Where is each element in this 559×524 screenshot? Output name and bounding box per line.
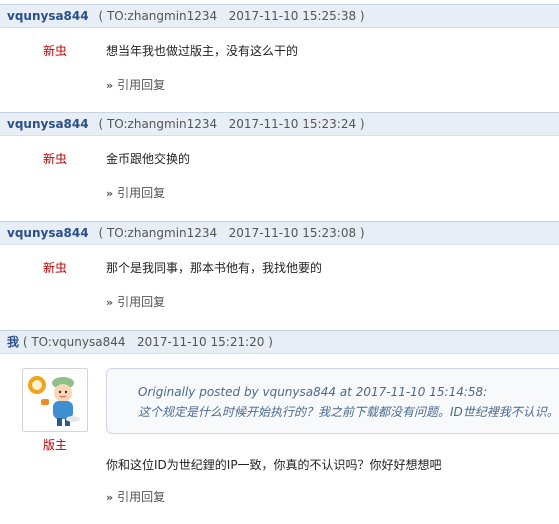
arrow-icon: »: [106, 491, 114, 504]
mascot-avatar-icon: [28, 376, 80, 426]
arrow-icon: »: [106, 187, 114, 200]
reply-to: TO:zhangmin1234: [106, 9, 218, 23]
post-time: 2017-11-10 15:23:08: [228, 226, 357, 240]
post: vqunysa844 ( TO:zhangmin1234 2017-11-10 …: [0, 4, 559, 109]
quote-text: 这个规定是什么时候开始执行的？我之前下载都没有问题。ID世纪裡我不认识。: [138, 405, 559, 419]
post: 我 ( TO:vqunysa844 2017-11-10 15:21:20 ) …: [0, 330, 559, 524]
post-content: 你和这位ID为世纪鋰的IP一致，你真的不认识吗？你好好想想吧: [106, 458, 442, 472]
quote-reply-label: 引用回复: [117, 295, 166, 309]
reply-to: TO:vqunysa844: [31, 335, 126, 349]
quote-reply-link[interactable]: » 引用回复: [106, 184, 165, 201]
post-content: 那个是我同事，那本书他有，我找他要的: [106, 261, 323, 275]
quote-reply-link[interactable]: » 引用回复: [106, 488, 165, 505]
post-meta: ( TO:vqunysa844 2017-11-10 15:21:20 ): [22, 335, 273, 349]
quote-reply-label: 引用回复: [117, 78, 166, 92]
post-meta: ( TO:zhangmin1234 2017-11-10 15:25:38 ): [98, 9, 365, 23]
author-link[interactable]: 我: [7, 335, 19, 349]
post-content: 想当年我也做过版主，没有这么干的: [106, 44, 299, 58]
post-time: 2017-11-10 15:25:38: [228, 9, 357, 23]
quote-reply-link[interactable]: » 引用回复: [106, 293, 165, 310]
author-link[interactable]: vqunysa844: [7, 117, 89, 131]
author-link[interactable]: vqunysa844: [7, 226, 89, 240]
post-time: 2017-11-10 15:23:24: [228, 117, 357, 131]
user-rank: 新虫: [43, 152, 68, 166]
author-link[interactable]: vqunysa844: [7, 9, 89, 23]
post-content: 金币跟他交换的: [106, 152, 191, 166]
quote-header: Originally posted by vqunysa844 at 2017-…: [138, 385, 488, 399]
user-rank: 版主: [43, 438, 68, 452]
quote-reply-label: 引用回复: [117, 490, 166, 504]
post-meta: ( TO:zhangmin1234 2017-11-10 15:23:08 ): [98, 226, 365, 240]
user-avatar[interactable]: [22, 368, 88, 432]
post: vqunysa844 ( TO:zhangmin1234 2017-11-10 …: [0, 221, 559, 326]
post-header: vqunysa844 ( TO:zhangmin1234 2017-11-10 …: [0, 112, 559, 136]
post-time: 2017-11-10 15:21:20: [136, 335, 265, 349]
reply-to: TO:zhangmin1234: [106, 117, 218, 131]
reply-to: TO:zhangmin1234: [106, 226, 218, 240]
post-header: 我 ( TO:vqunysa844 2017-11-10 15:21:20 ): [0, 330, 559, 354]
post: vqunysa844 ( TO:zhangmin1234 2017-11-10 …: [0, 112, 559, 217]
quote-reply-label: 引用回复: [117, 186, 166, 200]
user-rank: 新虫: [43, 261, 68, 275]
quoted-post: Originally posted by vqunysa844 at 2017-…: [106, 368, 559, 434]
post-header: vqunysa844 ( TO:zhangmin1234 2017-11-10 …: [0, 221, 559, 245]
post-header: vqunysa844 ( TO:zhangmin1234 2017-11-10 …: [0, 4, 559, 28]
arrow-icon: »: [106, 296, 114, 309]
user-rank: 新虫: [43, 44, 68, 58]
quote-reply-link[interactable]: » 引用回复: [106, 76, 165, 93]
post-meta: ( TO:zhangmin1234 2017-11-10 15:23:24 ): [98, 117, 365, 131]
arrow-icon: »: [106, 79, 114, 92]
